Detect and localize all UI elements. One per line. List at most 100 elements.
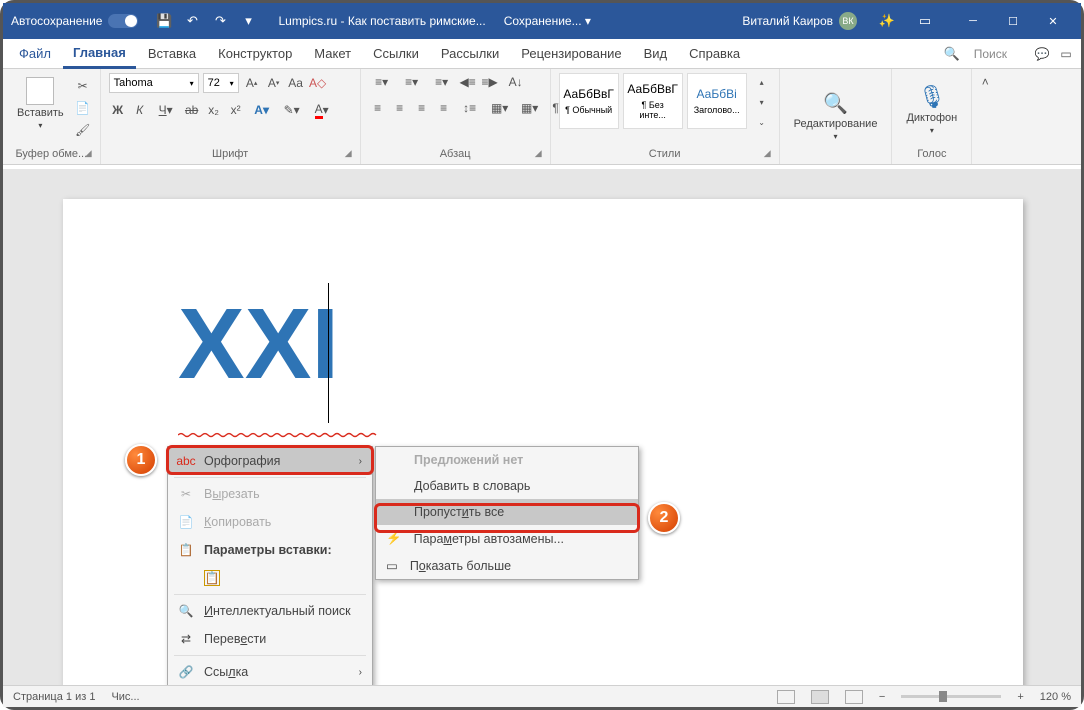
- sort-icon[interactable]: A↓: [503, 73, 529, 91]
- maximize-button[interactable]: ☐: [993, 3, 1033, 39]
- zoom-level[interactable]: 120 %: [1040, 691, 1071, 703]
- style-heading1[interactable]: АаБбВіЗаголово...: [687, 73, 747, 129]
- spelling-squiggle: [178, 425, 378, 431]
- dialog-launcher-icon[interactable]: ◢: [764, 148, 771, 159]
- status-bar: Страница 1 из 1 Чис... − + 120 %: [3, 685, 1081, 707]
- dialog-launcher-icon[interactable]: ◢: [345, 148, 352, 159]
- toggle-switch[interactable]: [108, 14, 138, 28]
- tab-review[interactable]: Рецензирование: [511, 40, 631, 67]
- bold-button[interactable]: Ж: [109, 101, 127, 119]
- line-spacing-icon[interactable]: ↕≡: [457, 99, 483, 117]
- group-clipboard: Вставить ▾ ✂ 📄 🖌 Буфер обме...◢: [3, 69, 101, 164]
- undo-icon[interactable]: ↶: [184, 13, 200, 29]
- tab-home[interactable]: Главная: [63, 39, 136, 69]
- qat-dropdown-icon[interactable]: ▾: [240, 13, 256, 29]
- saving-status[interactable]: Сохранение... ▾: [504, 14, 591, 28]
- paste-button[interactable]: Вставить ▾: [11, 73, 70, 134]
- style-no-spacing[interactable]: АаБбВвГ¶ Без инте...: [623, 73, 683, 129]
- menu-link[interactable]: 🔗 Ссылка ›: [168, 658, 372, 686]
- dialog-launcher-icon[interactable]: ◢: [85, 148, 92, 159]
- share-icon[interactable]: ▭: [1057, 45, 1075, 63]
- paste-icon: [26, 77, 54, 105]
- ribbon-tabs: Файл Главная Вставка Конструктор Макет С…: [3, 39, 1081, 69]
- multilevel-icon[interactable]: ≡▾: [429, 73, 455, 91]
- zoom-slider[interactable]: [901, 695, 1001, 698]
- increase-indent-icon[interactable]: ≡▶: [481, 73, 499, 91]
- align-left-icon[interactable]: ≡: [369, 99, 387, 117]
- tab-design[interactable]: Конструктор: [208, 40, 302, 67]
- italic-button[interactable]: К: [131, 101, 149, 119]
- collapse-ribbon-icon[interactable]: ˄: [976, 73, 994, 91]
- style-normal[interactable]: АаБбВвГ¶ Обычный: [559, 73, 619, 129]
- read-mode-icon[interactable]: [777, 690, 795, 704]
- numbering-icon[interactable]: ≡▾: [399, 73, 425, 91]
- highlight-icon[interactable]: ✎▾: [279, 101, 305, 119]
- submenu-show-more[interactable]: ▭ Показать больше: [376, 552, 638, 579]
- ribbon-display-icon[interactable]: ▭: [917, 13, 933, 29]
- page-status[interactable]: Страница 1 из 1: [13, 691, 95, 703]
- menu-cut: ✂ Вырезать: [168, 480, 372, 508]
- font-color-icon[interactable]: A▾: [309, 101, 335, 119]
- tab-view[interactable]: Вид: [634, 40, 678, 67]
- submenu-autocorrect[interactable]: ⚡ Параметры автозамены...: [376, 525, 638, 552]
- redo-icon[interactable]: ↷: [212, 13, 228, 29]
- styles-more-icon[interactable]: ⌄: [753, 113, 771, 131]
- bullets-icon[interactable]: ≡▾: [369, 73, 395, 91]
- align-right-icon[interactable]: ≡: [413, 99, 431, 117]
- user-account[interactable]: Виталий Каиров ВК: [742, 12, 857, 30]
- shrink-font-icon[interactable]: A▾: [265, 74, 283, 92]
- word-count[interactable]: Чис...: [111, 691, 139, 703]
- dialog-launcher-icon[interactable]: ◢: [535, 148, 542, 159]
- submenu-ignore-all[interactable]: Пропустить все: [376, 499, 638, 525]
- menu-translate[interactable]: ⇄ Перевести: [168, 625, 372, 653]
- coming-soon-icon[interactable]: ✨: [879, 13, 895, 29]
- autocorrect-icon: ⚡: [386, 531, 402, 546]
- font-name-combo[interactable]: Tahoma▾: [109, 73, 199, 93]
- editing-button[interactable]: 🔍 Редактирование ▾: [788, 87, 884, 145]
- text-effects-icon[interactable]: A▾: [249, 101, 275, 119]
- tab-references[interactable]: Ссылки: [363, 40, 429, 67]
- justify-icon[interactable]: ≡: [435, 99, 453, 117]
- print-layout-icon[interactable]: [811, 690, 829, 704]
- menu-spelling[interactable]: abc Орфография ›: [168, 447, 372, 475]
- tab-help[interactable]: Справка: [679, 40, 750, 67]
- chevron-right-icon: ›: [359, 667, 362, 678]
- copy-icon: 📄: [178, 514, 194, 530]
- comments-icon[interactable]: 💬: [1033, 45, 1051, 63]
- zoom-in-button[interactable]: +: [1017, 691, 1023, 703]
- cut-icon[interactable]: ✂: [74, 77, 92, 95]
- web-layout-icon[interactable]: [845, 690, 863, 704]
- superscript-button[interactable]: x²: [227, 101, 245, 119]
- strike-button[interactable]: ab: [183, 101, 201, 119]
- subscript-button[interactable]: x₂: [205, 101, 223, 119]
- align-center-icon[interactable]: ≡: [391, 99, 409, 117]
- document-text[interactable]: XXI: [178, 287, 339, 402]
- change-case-icon[interactable]: Aa: [287, 74, 305, 92]
- search-input[interactable]: Поиск: [966, 44, 1015, 64]
- dictate-button[interactable]: 🎙 Диктофон ▾: [900, 80, 963, 139]
- grow-font-icon[interactable]: A▴: [243, 74, 261, 92]
- zoom-out-button[interactable]: −: [879, 691, 885, 703]
- tab-layout[interactable]: Макет: [304, 40, 361, 67]
- paste-option-keep-text[interactable]: 📋: [168, 564, 372, 592]
- save-icon[interactable]: 💾: [156, 13, 172, 29]
- autosave-toggle[interactable]: Автосохранение: [11, 14, 138, 28]
- search-icon[interactable]: 🔍: [944, 46, 960, 62]
- submenu-add-to-dictionary[interactable]: Добавить в словарь: [376, 473, 638, 499]
- underline-button[interactable]: Ч▾: [153, 101, 179, 119]
- styles-down-icon[interactable]: ▾: [753, 93, 771, 111]
- decrease-indent-icon[interactable]: ◀≡: [459, 73, 477, 91]
- menu-smart-lookup[interactable]: 🔍 Интеллектуальный поиск: [168, 597, 372, 625]
- format-painter-icon[interactable]: 🖌: [74, 121, 92, 139]
- minimize-button[interactable]: ─: [953, 3, 993, 39]
- tab-file[interactable]: Файл: [9, 40, 61, 67]
- styles-up-icon[interactable]: ▴: [753, 73, 771, 91]
- copy-icon[interactable]: 📄: [74, 99, 92, 117]
- tab-mailings[interactable]: Рассылки: [431, 40, 509, 67]
- shading-icon[interactable]: ▦▾: [487, 99, 513, 117]
- close-button[interactable]: ✕: [1033, 3, 1073, 39]
- borders-icon[interactable]: ▦▾: [517, 99, 543, 117]
- font-size-combo[interactable]: 72▾: [203, 73, 239, 93]
- tab-insert[interactable]: Вставка: [138, 40, 206, 67]
- clear-format-icon[interactable]: A◇: [309, 74, 327, 92]
